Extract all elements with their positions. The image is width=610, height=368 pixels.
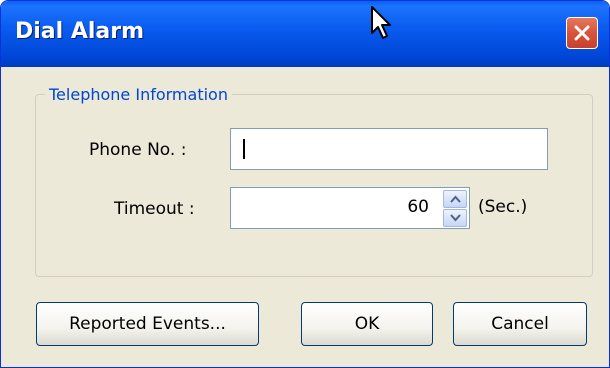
reported-events-button[interactable]: Reported Events... (36, 302, 259, 346)
group-title: Telephone Information (45, 85, 232, 104)
dialog-window: Dial Alarm Telephone Information Phone N… (0, 0, 610, 368)
timeout-label: Timeout : (114, 199, 195, 219)
ok-button[interactable]: OK (301, 302, 433, 346)
spin-down-icon (450, 214, 461, 222)
mouse-pointer-icon (371, 6, 391, 39)
spin-up-button[interactable] (443, 190, 467, 208)
spin-up-icon (450, 195, 461, 203)
telephone-information-group (35, 94, 593, 277)
text-caret (243, 139, 245, 159)
close-button[interactable] (566, 17, 598, 49)
phone-label: Phone No. : (89, 140, 187, 160)
timeout-value[interactable]: 60 (407, 197, 429, 217)
spin-down-button[interactable] (443, 209, 467, 227)
dialog-body: Telephone Information Phone No. : Timeou… (4, 67, 606, 366)
cancel-button[interactable]: Cancel (453, 302, 587, 346)
window-title: Dial Alarm (15, 19, 145, 44)
timeout-spinbox[interactable]: 60 (230, 187, 470, 229)
phone-number-input[interactable] (230, 128, 548, 170)
close-icon (574, 25, 590, 41)
title-bar[interactable]: Dial Alarm (1, 1, 609, 67)
timeout-unit: (Sec.) (478, 197, 528, 217)
